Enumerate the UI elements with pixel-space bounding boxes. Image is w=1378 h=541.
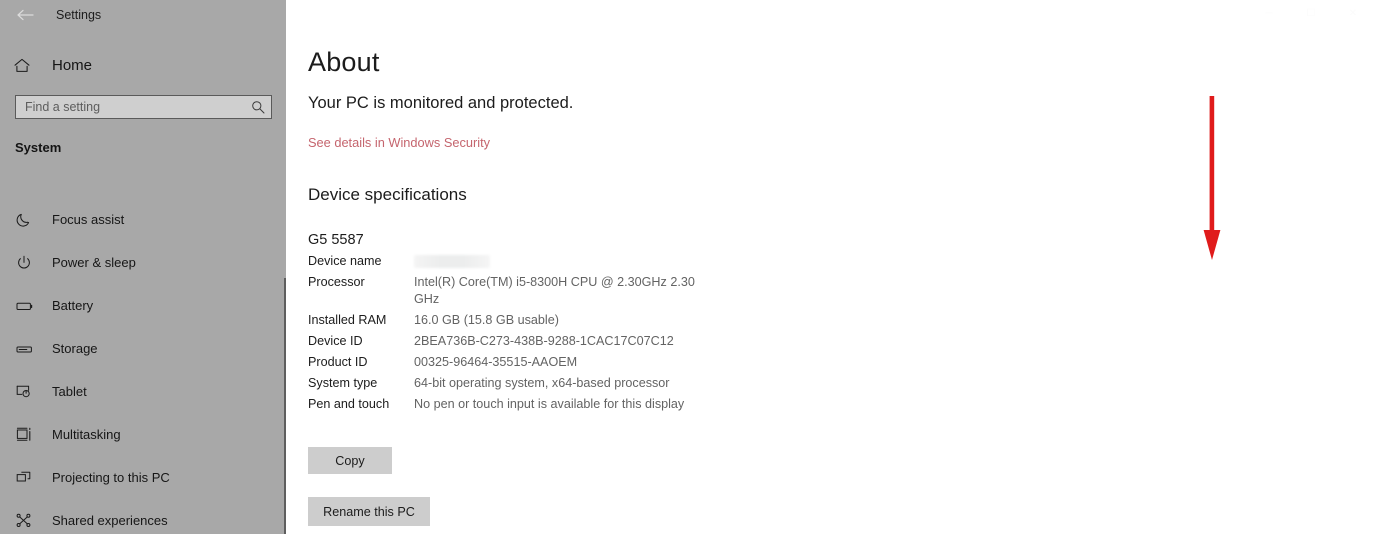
sidebar-item-label: Shared experiences [52, 513, 168, 528]
rename-this-pc-button[interactable]: Rename this PC [308, 497, 430, 526]
sidebar-item-projecting[interactable]: Projecting to this PC [0, 456, 286, 499]
sidebar-item-home-label: Home [52, 56, 93, 74]
search-input[interactable] [25, 100, 251, 114]
sidebar-item-label: Power & sleep [52, 255, 136, 270]
pc-status-text: Your PC is monitored and protected. [308, 94, 574, 112]
sidebar-item-storage[interactable]: Storage [0, 327, 286, 370]
sidebar-item-label: Focus assist [52, 212, 125, 227]
tablet-icon [16, 384, 40, 399]
sidebar-group-title: System [15, 140, 62, 155]
battery-icon [16, 300, 40, 312]
home-icon [14, 58, 40, 73]
spec-value-redacted [414, 253, 490, 270]
spec-value: Intel(R) Core(TM) i5-8300H CPU @ 2.30GHz… [414, 275, 695, 306]
table-row: System type 64-bit operating system, x64… [308, 375, 868, 392]
spec-value: 64-bit operating system, x64-based proce… [414, 376, 670, 390]
spec-key: Installed RAM [308, 313, 387, 327]
window-title: Settings [56, 8, 102, 22]
table-row: Device name [308, 253, 868, 270]
spec-key: Device name [308, 254, 382, 268]
sidebar-item-power-sleep[interactable]: Power & sleep [0, 241, 286, 284]
close-button[interactable]: ✕ [1332, 0, 1374, 26]
device-specifications-table: Device name Processor Intel(R) Core(TM) … [308, 253, 868, 417]
title-bar: Settings [0, 0, 286, 30]
sidebar-item-home[interactable]: Home [0, 52, 286, 78]
sidebar-item-label: Storage [52, 341, 98, 356]
sidebar-item-label: Battery [52, 298, 94, 313]
spec-value: 00325-96464-35515-AAOEM [414, 355, 578, 369]
power-icon [16, 255, 40, 271]
table-row: Pen and touch No pen or touch input is a… [308, 396, 868, 413]
sidebar-item-tablet[interactable]: Tablet [0, 370, 286, 413]
spec-key: Pen and touch [308, 397, 390, 411]
sidebar-item-label: Tablet [52, 384, 87, 399]
sidebar-item-label: Multitasking [52, 427, 121, 442]
spec-key: Processor [308, 275, 365, 289]
page-title: About [308, 47, 380, 77]
projecting-icon [16, 470, 40, 485]
sidebar-item-shared-experiences[interactable]: Shared experiences [0, 499, 286, 534]
sidebar-item-battery[interactable]: Battery [0, 284, 286, 327]
settings-sidebar: Settings Home System Focus a [0, 0, 286, 534]
redaction-block [414, 255, 490, 269]
moon-icon [16, 212, 40, 228]
table-row: Product ID 00325-96464-35515-AAOEM [308, 354, 868, 371]
spec-key: System type [308, 376, 378, 390]
sidebar-item-label: Projecting to this PC [52, 470, 170, 485]
spec-key: Product ID [308, 355, 368, 369]
table-row: Processor Intel(R) Core(TM) i5-8300H CPU… [308, 274, 868, 308]
copy-button[interactable]: Copy [308, 447, 392, 474]
spec-value: No pen or touch input is available for t… [414, 397, 685, 411]
device-specifications-heading: Device specifications [308, 185, 467, 204]
search-icon[interactable] [251, 100, 265, 114]
main-content: ─ ☐ ✕ About Your PC is monitored and pro… [286, 0, 1378, 534]
table-row: Installed RAM 16.0 GB (15.8 GB usable) [308, 312, 868, 329]
storage-icon [16, 343, 40, 355]
shared-experiences-icon [16, 513, 40, 528]
back-arrow-icon[interactable] [10, 4, 40, 26]
device-model: G5 5587 [308, 232, 364, 248]
maximize-button[interactable]: ☐ [1290, 0, 1332, 26]
table-row: Device ID 2BEA736B-C273-438B-9288-1CAC17… [308, 333, 868, 350]
sidebar-nav-list: Focus assist Power & sleep Battery Stora… [0, 198, 286, 534]
multitasking-icon [16, 427, 40, 442]
spec-value: 16.0 GB (15.8 GB usable) [414, 313, 559, 327]
spec-key: Device ID [308, 334, 363, 348]
sidebar-item-focus-assist[interactable]: Focus assist [0, 198, 286, 241]
window-controls: ─ ☐ ✕ [1248, 0, 1374, 26]
spec-value: 2BEA736B-C273-438B-9288-1CAC17C07C12 [414, 334, 674, 348]
search-box[interactable] [15, 95, 272, 119]
minimize-button[interactable]: ─ [1248, 0, 1290, 26]
sidebar-item-multitasking[interactable]: Multitasking [0, 413, 286, 456]
windows-security-link[interactable]: See details in Windows Security [308, 135, 490, 150]
